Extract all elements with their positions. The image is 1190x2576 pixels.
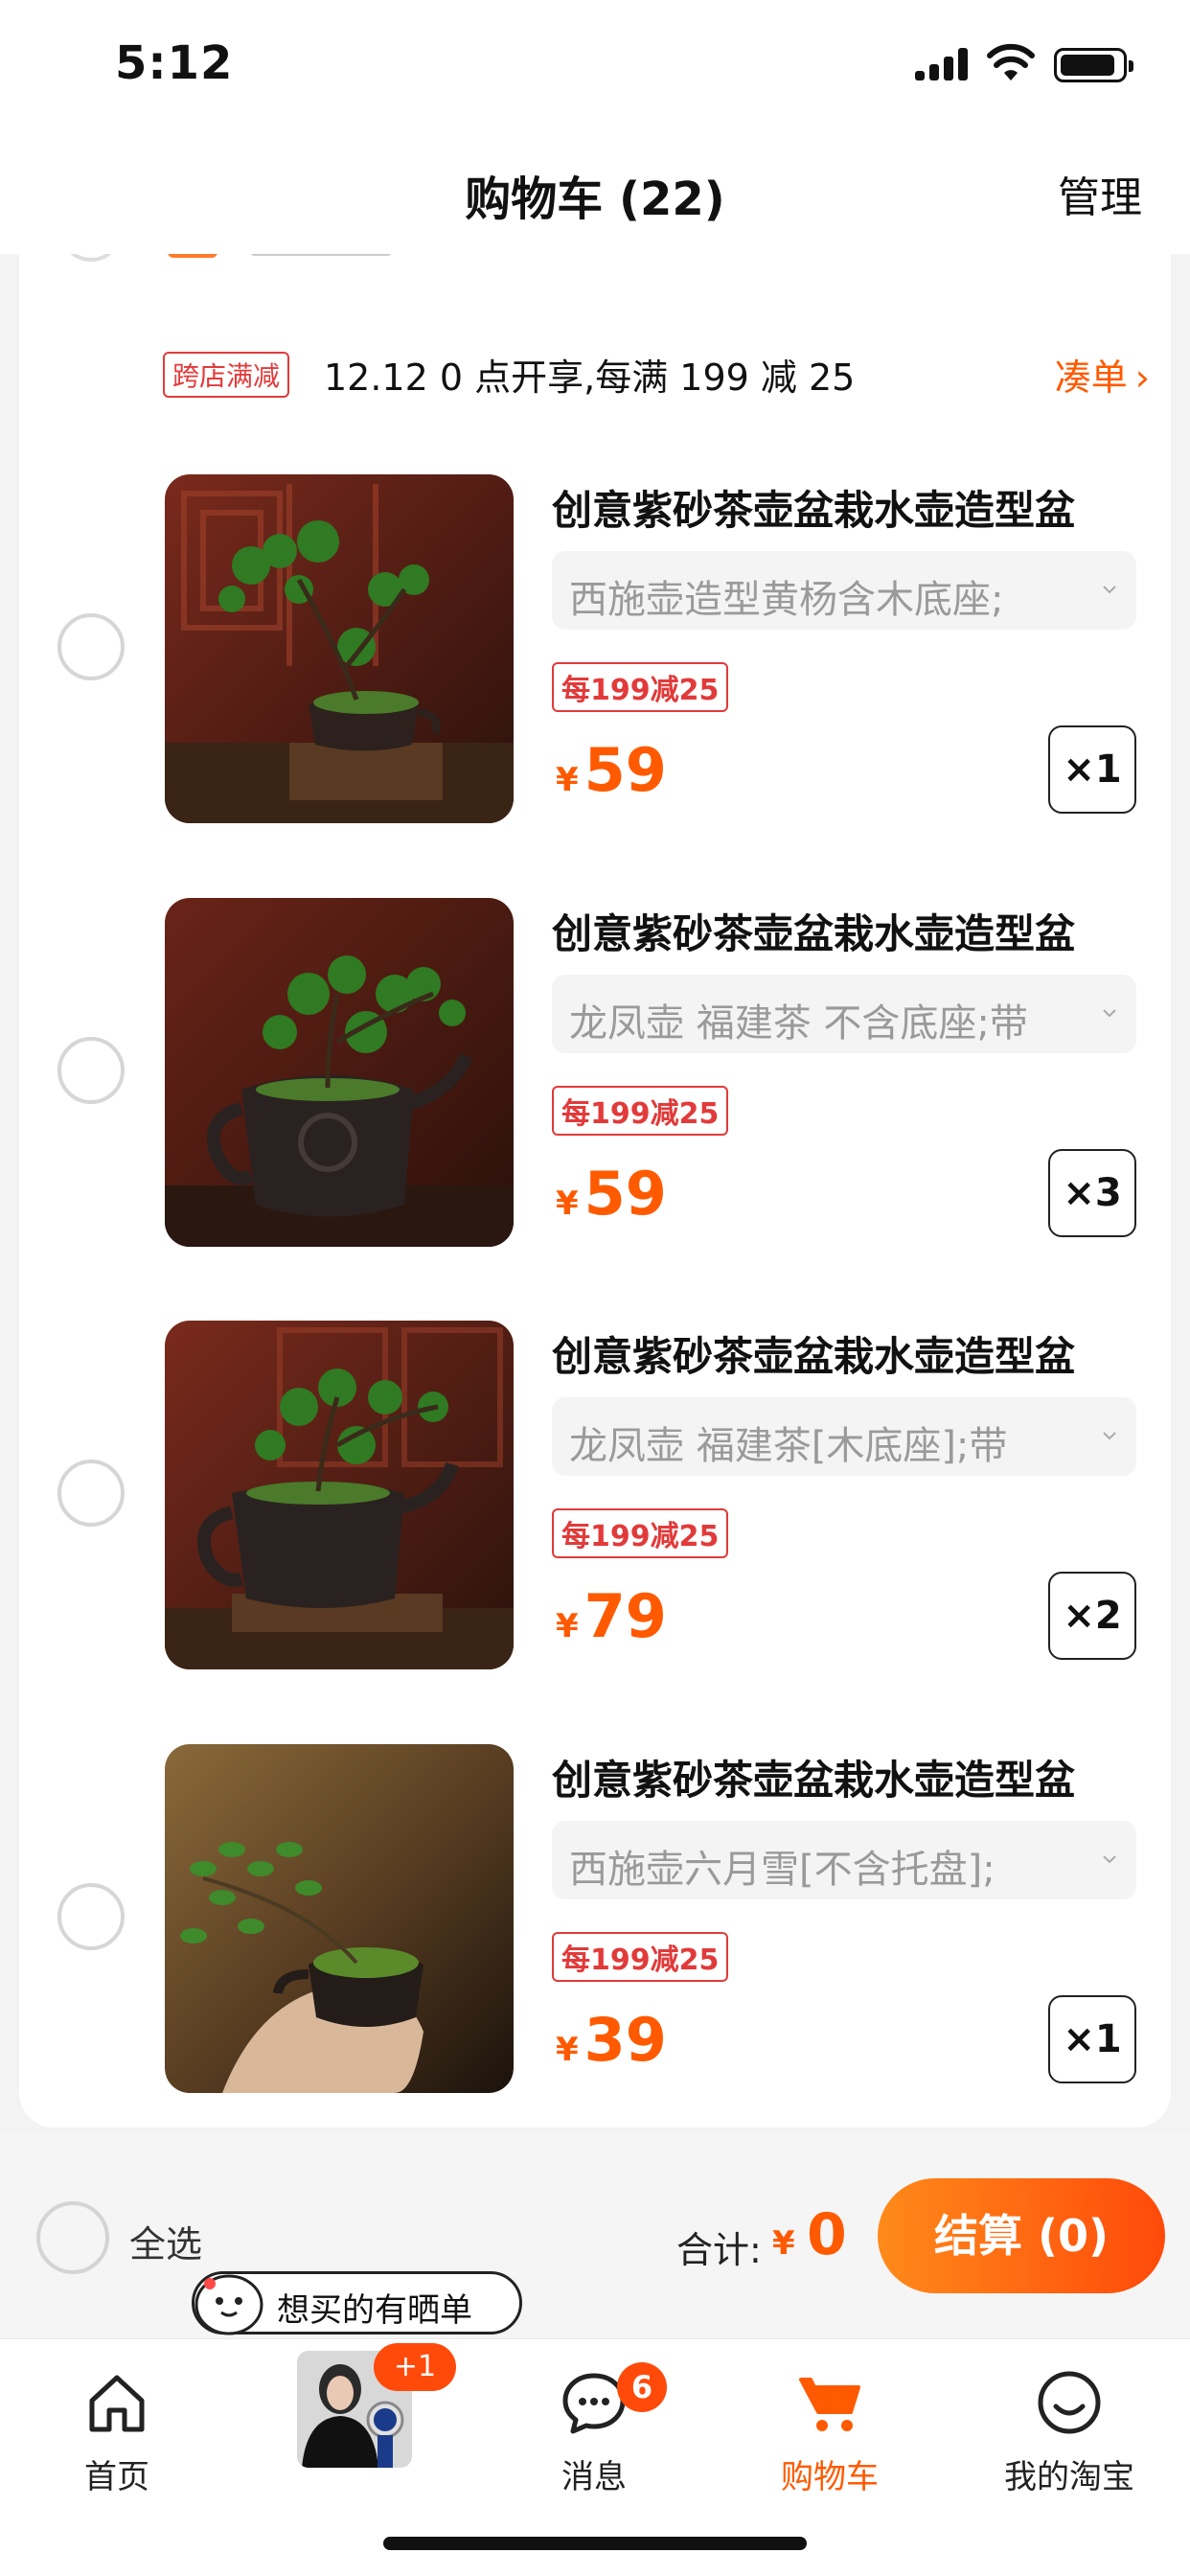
cart-item: 创意紫砂茶壶盆栽水壶造型盆 龙凤壶 福建茶 不含底座;带 每199减25 ¥59…	[19, 898, 1171, 1272]
chevron-down-icon	[1103, 1855, 1116, 1864]
cart-item: 创意紫砂茶壶盆栽水壶造型盆 龙凤壶 福建茶[木底座];带 每199减25 ¥79…	[19, 1321, 1171, 1694]
shop-icon	[168, 254, 217, 258]
mascot-icon	[195, 2274, 263, 2335]
item-title[interactable]: 创意紫砂茶壶盆栽水壶造型盆	[552, 1748, 1146, 1806]
home-icon	[89, 2375, 145, 2432]
item-spec-select[interactable]: 西施壶造型黄杨含木底座;	[552, 551, 1136, 630]
avatar-badge: +1	[374, 2343, 456, 2391]
cellular-signal-icon	[915, 48, 971, 80]
page-title: 购物车 (22)	[465, 172, 725, 226]
cart-icon	[799, 2378, 860, 2431]
quantity-button[interactable]: ×1	[1048, 725, 1136, 814]
quantity-button[interactable]: ×2	[1048, 1572, 1136, 1660]
item-spec-select[interactable]: 龙凤壶 福建茶 不含底座;带	[552, 975, 1136, 1053]
share-tip-text: 想买的有晒单	[277, 2291, 472, 2330]
status-bar: 5:12	[0, 0, 1190, 134]
item-checkbox[interactable]	[57, 1037, 125, 1104]
cart-item: 创意紫砂茶壶盆栽水壶造型盆 西施壶六月雪[不含托盘]; 每199减25 ¥39 …	[19, 1744, 1171, 2118]
promo-row: 跨店满减 12.12 0 点开享,每满 199 减 25 凑单 ›	[163, 342, 1150, 400]
status-time: 5:12	[115, 36, 234, 90]
discount-badge: 每199减25	[552, 1086, 729, 1136]
wifi-icon	[987, 43, 1035, 80]
item-checkbox[interactable]	[57, 1460, 125, 1527]
tab-messages-label: 消息	[561, 2458, 627, 2496]
add-items-label: 凑单	[1054, 356, 1128, 399]
chevron-right-icon: ›	[1134, 356, 1150, 399]
tab-messages[interactable]: 6 消息	[498, 2355, 690, 2498]
discount-badge: 每199减25	[552, 1508, 729, 1558]
total-label: 合计:	[676, 2229, 762, 2271]
smile-icon	[1038, 2371, 1101, 2434]
item-spec-select[interactable]: 西施壶六月雪[不含托盘];	[552, 1821, 1136, 1899]
product-image[interactable]	[165, 474, 514, 823]
item-title[interactable]: 创意紫砂茶壶盆栽水壶造型盆	[552, 1324, 1146, 1383]
share-tip-bubble[interactable]: 想买的有晒单	[192, 2271, 522, 2335]
item-checkbox[interactable]	[57, 613, 125, 680]
total-currency: ¥	[772, 2224, 795, 2263]
item-price: ¥39	[556, 2005, 667, 2075]
home-indicator[interactable]	[383, 2537, 807, 2550]
total-value: 0	[807, 2201, 847, 2268]
nav-header: 购物车 (22) 管理	[0, 134, 1190, 254]
cart-item: 创意紫砂茶壶盆栽水壶造型盆 西施壶造型黄杨含木底座; 每199减25 ¥59 ×…	[19, 474, 1171, 848]
chevron-down-icon	[1103, 1432, 1116, 1440]
shop-name[interactable]	[249, 254, 393, 256]
manage-button[interactable]: 管理	[1058, 163, 1142, 224]
product-image[interactable]	[165, 898, 514, 1247]
item-title[interactable]: 创意紫砂茶壶盆栽水壶造型盆	[552, 478, 1146, 537]
quantity-button[interactable]: ×3	[1048, 1149, 1136, 1237]
tab-my-taobao[interactable]: 我的淘宝	[973, 2355, 1165, 2498]
item-checkbox[interactable]	[57, 1883, 125, 1950]
product-image[interactable]	[165, 1321, 514, 1669]
item-spec-select[interactable]: 龙凤壶 福建茶[木底座];带	[552, 1397, 1136, 1476]
tab-home[interactable]: 首页	[21, 2355, 213, 2498]
item-spec-text: 西施壶六月雪[不含托盘];	[569, 1848, 995, 1892]
item-spec-text: 西施壶造型黄杨含木底座;	[569, 578, 1004, 622]
item-price: ¥59	[556, 1159, 667, 1229]
item-spec-text: 龙凤壶 福建茶[木底座];带	[569, 1424, 1008, 1468]
tab-cart[interactable]: 购物车	[734, 2355, 926, 2498]
select-all-checkbox[interactable]	[36, 2201, 109, 2274]
tab-my-taobao-label: 我的淘宝	[1004, 2458, 1134, 2496]
item-price: ¥79	[556, 1581, 667, 1651]
item-spec-text: 龙凤壶 福建茶 不含底座;带	[569, 1001, 1028, 1046]
messages-badge: 6	[617, 2362, 667, 2412]
shop-select-checkbox[interactable]	[59, 254, 123, 262]
discount-badge: 每199减25	[552, 1932, 729, 1982]
tab-home-label: 首页	[84, 2458, 149, 2496]
tab-cart-label: 购物车	[781, 2458, 879, 2496]
chevron-down-icon	[1103, 1009, 1116, 1018]
promo-text: 12.12 0 点开享,每满 199 减 25	[324, 356, 856, 399]
item-title[interactable]: 创意紫砂茶壶盆栽水壶造型盆	[552, 902, 1146, 960]
item-price: ¥59	[556, 735, 667, 805]
battery-icon	[1054, 48, 1133, 82]
add-items-link[interactable]: 凑单 ›	[1055, 348, 1150, 401]
checkout-button[interactable]: 结算 (0)	[878, 2178, 1165, 2293]
checkout-bar: 全选 合计: ¥ 0 结算 (0)	[0, 2132, 1190, 2338]
cart-shop-card: 跨店满减 12.12 0 点开享,每满 199 减 25 凑单 › 创意紫砂茶壶…	[19, 254, 1171, 2128]
chevron-down-icon	[1103, 586, 1116, 594]
product-image[interactable]	[165, 1744, 514, 2093]
select-all-label[interactable]: 全选	[129, 2215, 202, 2267]
promo-tag: 跨店满减	[163, 352, 290, 398]
discount-badge: 每199减25	[552, 662, 729, 712]
quantity-button[interactable]: ×1	[1048, 1995, 1136, 2083]
